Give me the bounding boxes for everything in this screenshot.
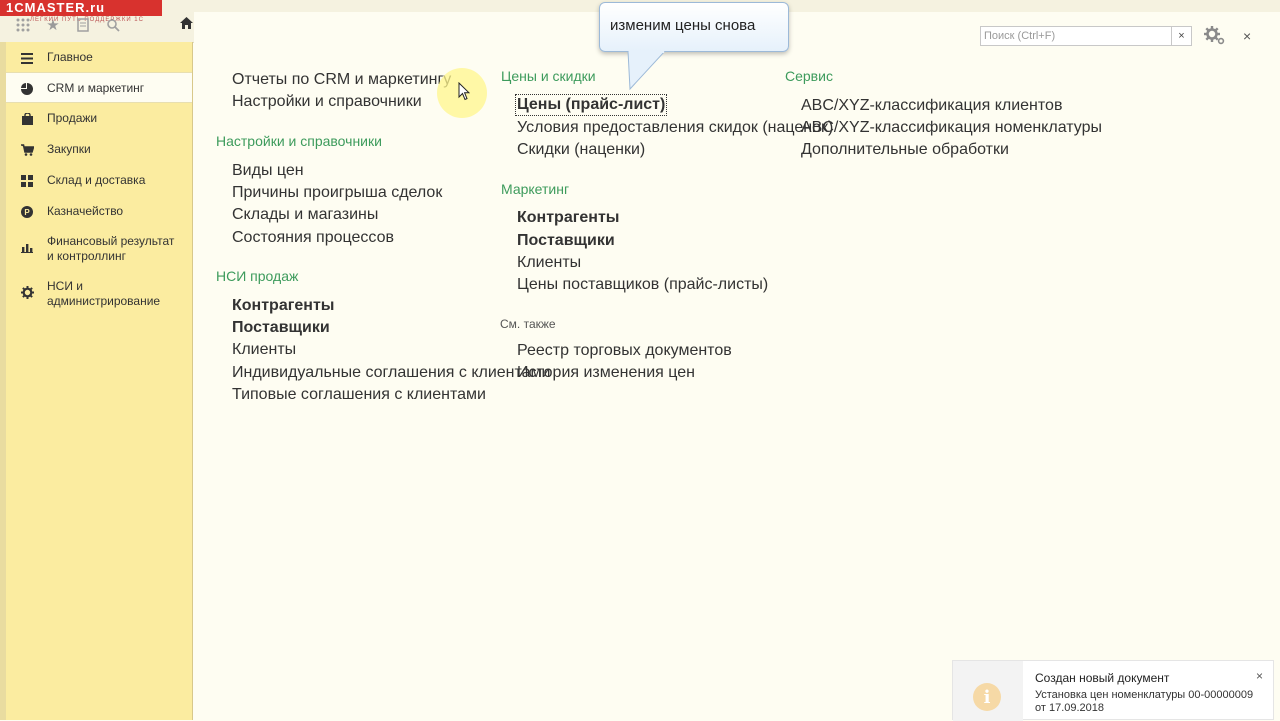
search-input[interactable] [981,27,1173,45]
home-icon[interactable] [176,12,196,34]
notification-icon-area: i [953,661,1023,721]
sidebar-item-label: CRM и маркетинг [47,81,145,95]
link-crm-reports[interactable]: Отчеты по CRM и маркетингу [232,71,451,89]
sidebar-item-warehouse[interactable]: Склад и доставка [6,165,192,196]
link-settings-refs[interactable]: Настройки и справочники [232,93,422,111]
notification-popup: i Создан новый документ Установка цен но… [952,660,1274,721]
sidebar-item-purchases[interactable]: Закупки [6,134,192,165]
sidebar-item-admin[interactable]: НСИ и администрирование [6,273,192,319]
coin-icon: P [20,205,34,219]
search-icon[interactable] [98,14,128,36]
mouse-pointer-icon [458,81,471,106]
section-title-settings: Настройки и справочники [216,133,382,149]
sidebar-item-finance[interactable]: Финансовый результат и контроллинг [6,227,192,273]
sidebar-item-label: Продажи [47,111,98,125]
link-discount-conditions[interactable]: Условия предоставления скидок (наценок) [517,119,833,137]
link-supplier-prices[interactable]: Цены поставщиков (прайс-листы) [517,276,768,294]
menu-lines-icon [20,51,34,65]
link-discounts[interactable]: Скидки (наценки) [517,141,645,159]
link-marketing-counterparties[interactable]: Контрагенты [517,209,619,227]
svg-text:P: P [24,208,30,217]
sidebar-item-label: Казначейство [47,204,124,218]
link-standard-agreements[interactable]: Типовые соглашения с клиентами [232,386,486,404]
sidebar: Главное CRM и маркетинг Продажи Закупки … [6,42,193,720]
link-price-history[interactable]: История изменения цен [517,364,695,382]
link-abc-nomenclature[interactable]: ABC/XYZ-классификация номенклатуры [801,119,1102,137]
notification-title[interactable]: Создан новый документ [1035,671,1169,685]
link-suppliers[interactable]: Поставщики [232,319,330,337]
sidebar-item-label: Склад и доставка [47,173,146,187]
link-individual-agreements[interactable]: Индивидуальные соглашения с клиентами [232,364,550,382]
sidebar-item-treasury[interactable]: P Казначейство [6,196,192,227]
annotation-callout: изменим цены снова [599,2,789,52]
notification-close-button[interactable]: × [1256,669,1263,683]
sidebar-item-crm[interactable]: CRM и маркетинг [6,72,192,103]
section-title-marketing: Маркетинг [501,181,570,197]
gear-icon [20,285,34,299]
sidebar-item-label: Закупки [47,142,91,156]
link-price-types[interactable]: Виды цен [232,162,304,180]
pie-chart-icon [20,82,34,96]
cart-icon [20,143,34,157]
link-extra-processing[interactable]: Дополнительные обработки [801,141,1009,159]
callout-text: изменим цены снова [610,17,756,34]
close-window-button[interactable]: × [1243,28,1251,44]
section-title-see-also: См. также [500,317,556,331]
link-price-list[interactable]: Цены (прайс-лист) [514,94,668,116]
link-clients[interactable]: Клиенты [232,341,296,359]
sidebar-item-label: Финансовый результат и контроллинг [47,234,175,263]
callout-tail [627,51,666,91]
sidebar-item-label: НСИ и администрирование [47,279,161,308]
sidebar-item-sales[interactable]: Продажи [6,103,192,134]
link-counterparties[interactable]: Контрагенты [232,297,334,315]
link-marketing-suppliers[interactable]: Поставщики [517,232,615,250]
notification-text[interactable]: Установка цен номенклатуры 00-00000009 о… [1035,689,1265,715]
toolbar-icons: ★ [8,14,128,36]
link-abc-clients[interactable]: ABC/XYZ-классификация клиентов [801,97,1062,115]
info-icon: i [973,683,1001,711]
section-title-nsi-sales: НСИ продаж [216,268,299,284]
warehouse-grid-icon [20,174,34,188]
search-box: × [980,26,1192,46]
star-icon[interactable]: ★ [38,14,68,36]
link-trade-docs-registry[interactable]: Реестр торговых документов [517,342,732,360]
apps-grid-icon[interactable] [8,14,38,36]
section-title-prices-discounts: Цены и скидки [501,68,596,84]
bar-chart-icon [20,240,34,254]
notification-line-1: Установка цен номенклатуры 00-00000009 [1035,689,1254,701]
sidebar-item-label: Главное [47,50,93,64]
link-warehouses-stores[interactable]: Склады и магазины [232,206,378,224]
settings-gear-icon[interactable] [1204,26,1226,51]
history-icon[interactable] [68,14,98,36]
section-title-service: Сервис [785,68,833,84]
search-clear-button[interactable]: × [1171,27,1191,45]
sidebar-item-main[interactable]: Главное [6,42,192,72]
link-loss-reasons[interactable]: Причины проигрыша сделок [232,184,442,202]
link-marketing-clients[interactable]: Клиенты [517,254,581,272]
notification-line-2: от 17.09.2018 [1035,702,1105,714]
link-process-states[interactable]: Состояния процессов [232,229,394,247]
shopping-bag-icon [20,112,34,126]
